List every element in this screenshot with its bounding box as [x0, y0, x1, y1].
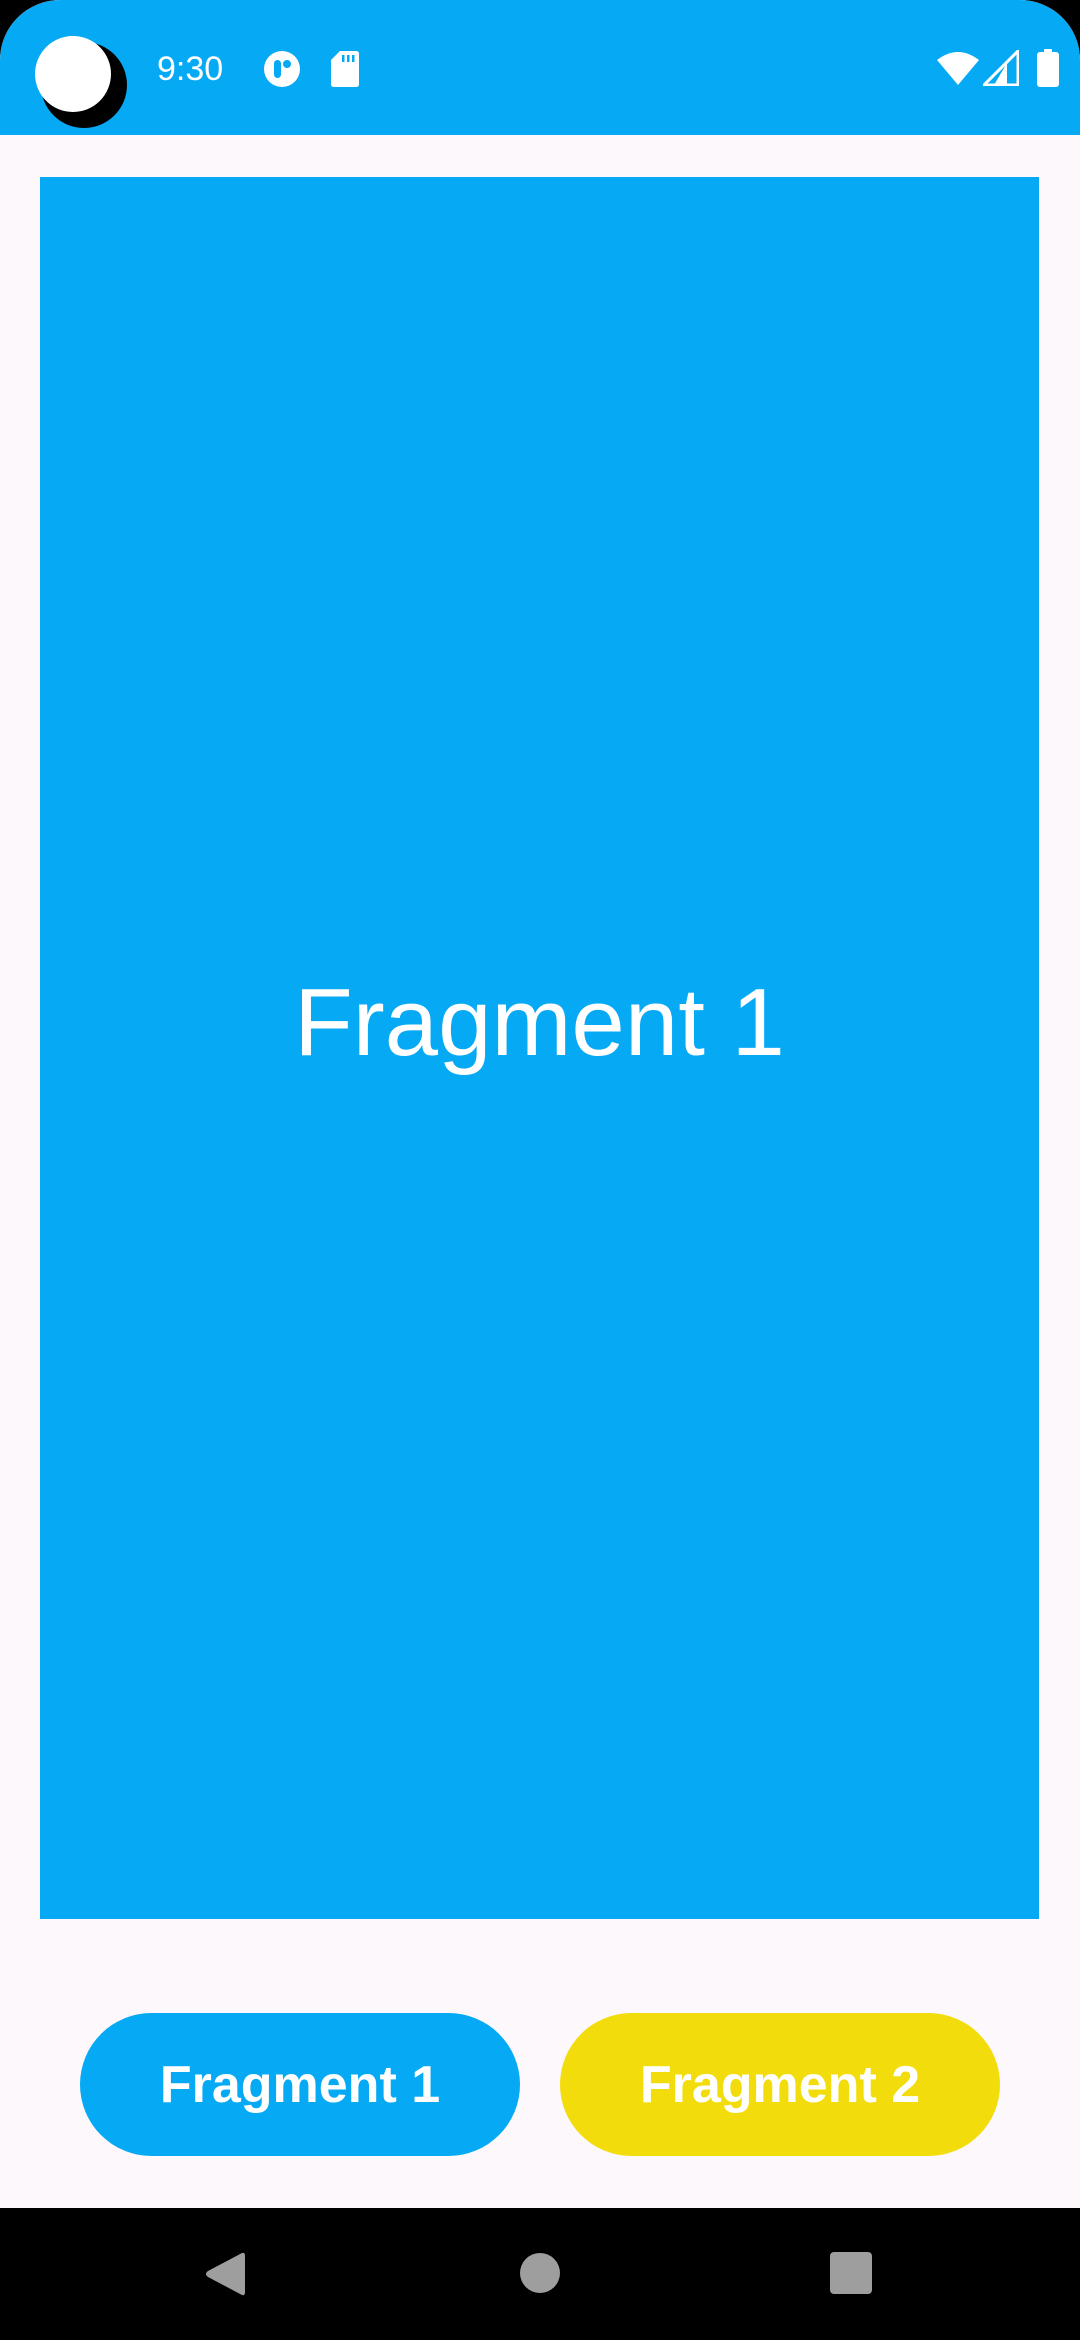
back-icon[interactable] [204, 2250, 246, 2298]
fragment-1-button[interactable]: Fragment 1 [80, 2013, 520, 2156]
status-bar: 9:30 [0, 0, 1080, 135]
fragment-container: Fragment 1 [40, 177, 1039, 1919]
home-icon[interactable] [520, 2253, 560, 2293]
fragment-label: Fragment 1 [294, 969, 785, 1076]
fragment-2-button[interactable]: Fragment 2 [560, 2013, 1000, 2156]
cell-signal-icon [983, 50, 1019, 86]
battery-icon [1037, 49, 1059, 87]
status-time: 9:30 [157, 50, 224, 88]
media-icon [264, 51, 300, 87]
camera-cutout [35, 36, 127, 128]
sd-card-icon [331, 51, 359, 87]
app-screen: 9:30 Fragment 1 Fragment 1 Fragment 2 [0, 0, 1080, 2340]
recents-icon[interactable] [830, 2252, 872, 2294]
wifi-icon [937, 52, 979, 85]
navigation-bar [0, 2208, 1080, 2340]
camera-lens [35, 36, 111, 112]
